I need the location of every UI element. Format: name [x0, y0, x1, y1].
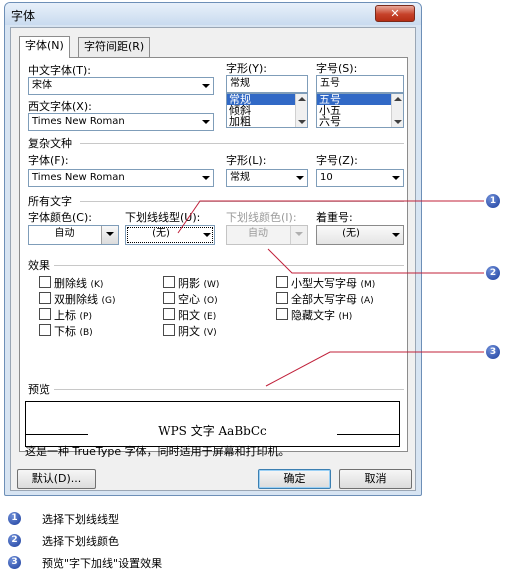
callout-lines [177, 200, 484, 387]
callout-marker-2: 2 [486, 266, 500, 280]
legend-marker-2: 2 [8, 534, 21, 547]
legend-marker-1: 1 [8, 512, 21, 525]
callout-marker-1: 1 [486, 194, 500, 208]
callout-marker-3: 3 [486, 345, 500, 359]
tab-font[interactable]: 字体(N) [19, 36, 70, 58]
legend-text-2: 选择下划线颜色 [42, 535, 119, 548]
legend-text-3: 预览"字下加线"设置效果 [42, 557, 163, 570]
callout-line-2 [267, 248, 484, 274]
legend-marker-3: 3 [8, 556, 21, 569]
callout-line-1 [177, 200, 484, 234]
callout-line-3 [265, 351, 484, 387]
legend-text-1: 选择下划线线型 [42, 513, 119, 526]
